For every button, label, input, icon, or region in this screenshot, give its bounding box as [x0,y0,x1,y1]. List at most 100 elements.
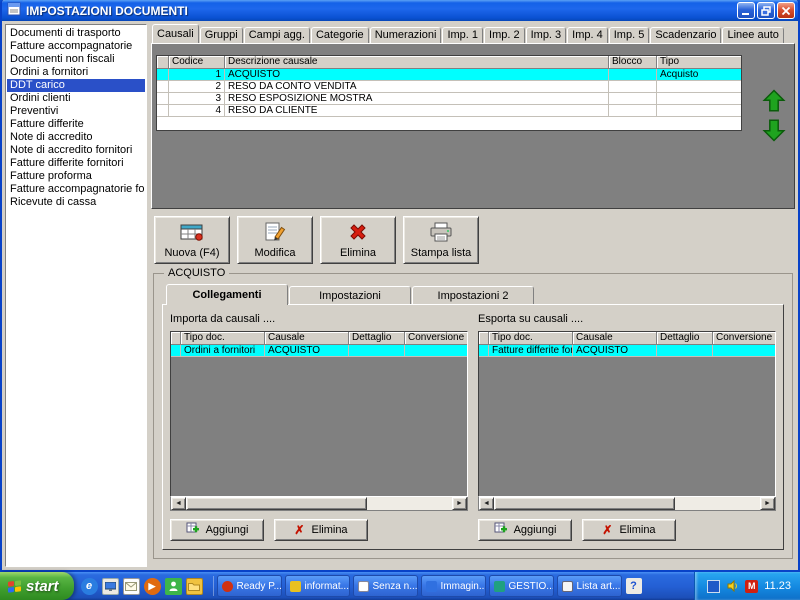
sidebar-item-fatture-accompagnatorie-fornitori[interactable]: Fatture accompagnatorie fornitori [7,183,145,196]
move-up-button[interactable] [761,88,787,113]
task-gestionale[interactable]: GESTIO... [488,575,554,597]
scroll-right-button[interactable]: ► [452,497,467,510]
tab-scadenzario[interactable]: Scadenzario [650,27,722,43]
task-lista-articoli[interactable]: Lista art... [556,575,622,597]
tab-gruppi[interactable]: Gruppi [199,27,243,43]
help-icon[interactable]: ? [625,578,642,594]
tab-causali[interactable]: Causali [152,24,199,43]
sidebar-item-ordini-clienti[interactable]: Ordini clienti [7,92,145,105]
export-add-button[interactable]: Aggiungi [478,519,572,541]
row-indicator [157,69,169,81]
sidebar-item-note-di-accredito[interactable]: Note di accredito [7,131,145,144]
tab-campi-agg[interactable]: Campi agg. [243,27,310,43]
scrollbar-thumb[interactable] [186,497,367,510]
edit-button[interactable]: Modifica [237,216,313,264]
minimize-button[interactable] [737,2,755,19]
tab-imp-4[interactable]: Imp. 4 [567,27,608,43]
tab-impostazioni[interactable]: Impostazioni [289,286,411,305]
media-player-icon[interactable]: ▶ [143,577,161,595]
green-down-arrow-icon [762,119,786,142]
internet-explorer-icon[interactable]: e [80,577,98,595]
tab-linee-auto[interactable]: Linee auto [722,27,784,43]
tab-imp-1[interactable]: Imp. 1 [442,27,484,43]
new-button[interactable]: Nuova (F4) [154,216,230,264]
start-button[interactable]: start [0,572,74,600]
import-panel: Importa da causali .... Tipo doc. Causal… [170,313,468,541]
grid-corner-cell [479,332,489,345]
tab-numerazioni[interactable]: Numerazioni [369,27,442,43]
scroll-left-button[interactable]: ◄ [171,497,186,510]
column-header-tipo-doc[interactable]: Tipo doc. [181,332,265,345]
scroll-left-button[interactable]: ◄ [479,497,494,510]
column-header-dettaglio[interactable]: Dettaglio [657,332,713,345]
screen: IMPOSTAZIONI DOCUMENTI Documenti di tras… [0,0,800,600]
tab-categorie[interactable]: Categorie [310,27,369,43]
scrollbar-track[interactable] [494,497,760,510]
close-button[interactable] [777,2,795,19]
import-add-button[interactable]: Aggiungi [170,519,264,541]
sidebar-item-fatture-differite-fornitori[interactable]: Fatture differite fornitori [7,157,145,170]
task-senza-nome[interactable]: Senza n... [352,575,418,597]
titlebar[interactable]: IMPOSTAZIONI DOCUMENTI [2,0,798,21]
app-icon [7,2,21,19]
task-immagini[interactable]: Immagin... [420,575,486,597]
volume-icon[interactable] [726,580,739,593]
edit-document-icon [264,222,286,245]
export-delete-button[interactable]: ✗ Elimina [582,519,676,541]
msn-alert-icon[interactable]: M [745,579,759,593]
task-informat[interactable]: informat... [284,575,350,597]
scrollbar-thumb[interactable] [494,497,675,510]
collegamenti-tab-page: Importa da causali .... Tipo doc. Causal… [162,304,784,550]
table-row[interactable]: 1 ACQUISTO Acquisto [157,69,741,81]
tab-imp-5[interactable]: Imp. 5 [608,27,650,43]
sidebar-item-documenti-di-trasporto[interactable]: Documenti di trasporto [7,27,145,40]
show-desktop-icon[interactable] [101,577,119,595]
move-down-button[interactable] [761,117,787,142]
restore-button[interactable] [757,2,775,19]
sidebar-item-note-di-accredito-fornitori[interactable]: Note di accredito fornitori [7,144,145,157]
horizontal-scrollbar: ◄ ► [170,497,468,511]
table-row[interactable]: Fatture differite for... ACQUISTO [479,345,775,357]
print-list-button[interactable]: Stampa lista [403,216,479,264]
grid-corner-cell [171,332,181,345]
column-header-dettaglio[interactable]: Dettaglio [349,332,405,345]
column-header-conversione[interactable]: Conversione [405,332,467,345]
scrollbar-track[interactable] [186,497,452,510]
table-row[interactable]: 2 RESO DA CONTO VENDITA [157,81,741,93]
column-header-blocco[interactable]: Blocco [609,56,657,69]
sidebar-item-ordini-a-fornitori[interactable]: Ordini a fornitori [7,66,145,79]
sidebar-item-fatture-accompagnatorie[interactable]: Fatture accompagnatorie [7,40,145,53]
column-header-conversione[interactable]: Conversione [713,332,775,345]
task-icon [493,580,505,592]
delete-button[interactable]: Elimina [320,216,396,264]
column-header-causale[interactable]: Causale [265,332,349,345]
messenger-icon[interactable] [164,577,182,595]
scroll-right-button[interactable]: ► [760,497,775,510]
network-icon[interactable] [707,579,721,593]
sidebar-item-fatture-proforma[interactable]: Fatture proforma [7,170,145,183]
table-row[interactable]: 4 RESO DA CLIENTE [157,105,741,117]
tab-collegamenti[interactable]: Collegamenti [166,284,288,305]
add-record-icon [494,522,507,538]
column-header-descrizione-causale[interactable]: Descrizione causale [225,56,609,69]
sidebar-item-documenti-non-fiscali[interactable]: Documenti non fiscali [7,53,145,66]
sidebar-item-fatture-differite[interactable]: Fatture differite [7,118,145,131]
tab-impostazioni-2[interactable]: Impostazioni 2 [412,286,534,305]
column-header-tipo[interactable]: Tipo [657,56,741,69]
table-row[interactable]: Ordini a fornitori ACQUISTO [171,345,467,357]
sidebar-item-ricevute-di-cassa[interactable]: Ricevute di cassa [7,196,145,209]
my-documents-icon[interactable] [185,577,203,595]
red-x-icon: ✗ [294,523,305,537]
grid-header-row: Tipo doc. Causale Dettaglio Conversione [479,332,775,345]
sidebar-item-ddt-carico[interactable]: DDT carico [7,79,145,92]
column-header-codice[interactable]: Codice [169,56,225,69]
tab-imp-2[interactable]: Imp. 2 [484,27,525,43]
table-row[interactable]: 3 RESO ESPOSIZIONE MOSTRA [157,93,741,105]
tab-imp-3[interactable]: Imp. 3 [525,27,567,43]
outlook-mail-icon[interactable] [122,577,140,595]
import-delete-button[interactable]: ✗ Elimina [274,519,368,541]
column-header-causale[interactable]: Causale [573,332,657,345]
sidebar-item-preventivi[interactable]: Preventivi [7,105,145,118]
task-ready-pro[interactable]: Ready P... [216,575,282,597]
column-header-tipo-doc[interactable]: Tipo doc. [489,332,573,345]
